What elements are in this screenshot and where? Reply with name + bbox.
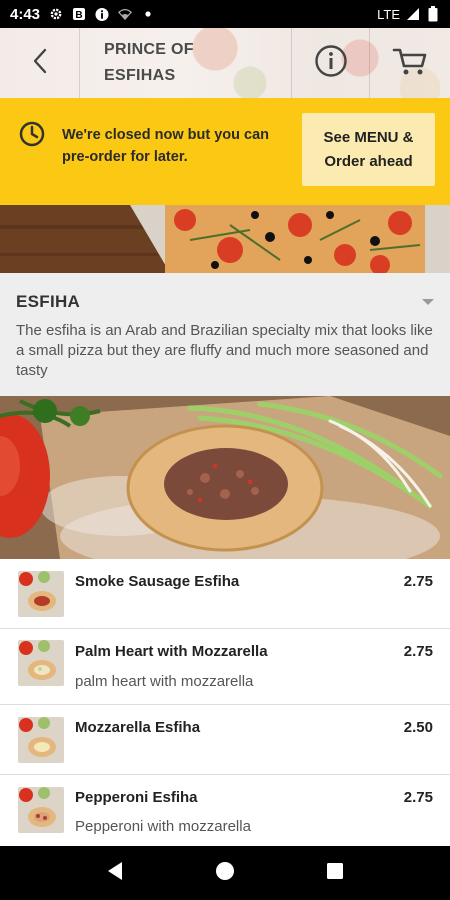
- info-icon: [314, 44, 348, 83]
- item-thumbnail: [18, 640, 64, 686]
- settings-icon: [49, 7, 63, 21]
- menu-item[interactable]: Smoke Sausage Esfiha 2.75: [0, 559, 450, 629]
- item-price: 2.50: [403, 719, 433, 736]
- menu-item[interactable]: Palm Heart with Mozzarella 2.75 palm hea…: [0, 629, 450, 705]
- triangle-back-icon: [106, 861, 124, 886]
- closed-banner: We're closed now but you can pre-order f…: [0, 98, 450, 205]
- restaurant-title: PRINCE OF ESFIHAS: [80, 28, 292, 98]
- item-description: palm heart with mozzarella: [75, 673, 254, 690]
- square-recents-icon: [326, 862, 344, 885]
- category-header-esfiha[interactable]: ESFIHA The esfiha is an Arab and Brazili…: [0, 273, 450, 396]
- item-thumbnail: [18, 787, 64, 833]
- info-button[interactable]: [292, 28, 370, 98]
- wifi-icon: [118, 7, 133, 21]
- title-line-1: PRINCE OF: [104, 41, 194, 58]
- clock-icon: [18, 120, 46, 153]
- svg-text:B: B: [75, 10, 82, 21]
- circle-home-icon: [215, 861, 235, 886]
- item-name: Palm Heart with Mozzarella: [75, 643, 268, 660]
- collapse-arrow-icon[interactable]: [422, 299, 434, 305]
- category-title: ESFIHA: [16, 292, 81, 311]
- esfiha-category-image: [0, 396, 450, 559]
- status-time: 4:43: [10, 5, 41, 23]
- item-price: 2.75: [403, 789, 433, 806]
- signal-icon: [406, 7, 420, 21]
- item-price: 2.75: [403, 643, 433, 660]
- item-price: 2.75: [403, 573, 433, 590]
- system-nav-bar: [0, 846, 450, 900]
- cart-button[interactable]: [370, 28, 450, 98]
- battery-icon: [426, 6, 440, 22]
- nav-home-button[interactable]: [205, 853, 245, 893]
- category-description: The esfiha is an Arab and Brazilian spec…: [16, 322, 433, 379]
- menu-item[interactable]: Mozzarella Esfiha 2.50: [0, 705, 450, 775]
- title-line-2: ESFIHAS: [104, 67, 176, 84]
- menu-item[interactable]: Pepperoni Esfiha 2.75 Pepperoni with moz…: [0, 775, 450, 847]
- see-menu-order-ahead-button[interactable]: See MENU & Order ahead: [302, 113, 435, 186]
- info-notification-icon: [95, 7, 109, 21]
- nav-recents-button[interactable]: [315, 853, 355, 893]
- back-arrow-icon: [32, 48, 48, 79]
- item-name: Smoke Sausage Esfiha: [75, 573, 240, 590]
- cart-icon: [392, 46, 428, 81]
- status-bar: 4:43 B LTE: [0, 0, 450, 28]
- item-name: Mozzarella Esfiha: [75, 719, 201, 736]
- item-description: Pepperoni with mozzarella: [75, 818, 251, 835]
- pizza-banner-image: [0, 205, 450, 273]
- back-button[interactable]: [0, 28, 80, 98]
- closed-message: We're closed now but you can pre-order f…: [62, 127, 270, 165]
- item-name: Pepperoni Esfiha: [75, 789, 198, 806]
- item-thumbnail: [18, 571, 64, 617]
- dot-icon: [141, 7, 155, 21]
- nav-back-button[interactable]: [95, 853, 135, 893]
- network-type: LTE: [377, 6, 400, 22]
- menu-item-list: Smoke Sausage Esfiha 2.75 Palm Heart wit…: [0, 559, 450, 847]
- item-thumbnail: [18, 717, 64, 763]
- b-notification-icon: B: [72, 7, 86, 21]
- app-header: PRINCE OF ESFIHAS: [0, 28, 450, 98]
